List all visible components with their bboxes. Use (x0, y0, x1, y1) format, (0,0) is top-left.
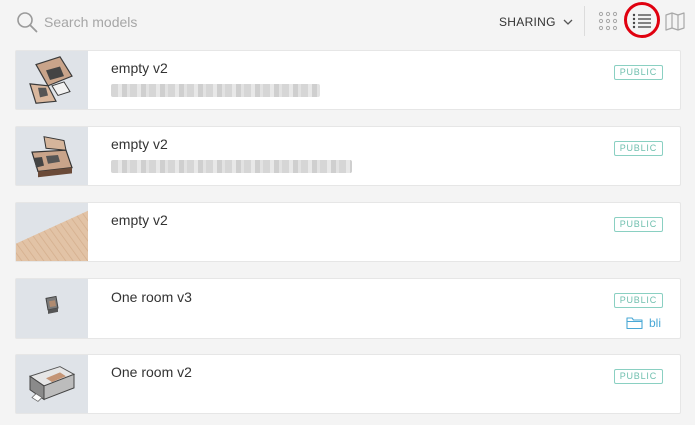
map-view-icon[interactable] (664, 10, 686, 32)
visibility-badge: PUBLIC (613, 217, 663, 232)
visibility-badge: PUBLIC (613, 369, 663, 384)
model-description-redacted (111, 160, 352, 173)
wood-floor-icon (16, 203, 88, 261)
top-bar: SHARING (0, 0, 695, 44)
model-thumbnail (16, 203, 88, 261)
visibility-badge: PUBLIC (613, 65, 663, 80)
model-title: empty v2 (111, 60, 168, 76)
floorplan-3d-icon (16, 127, 88, 185)
model-title: One room v3 (111, 289, 192, 305)
grid-view-icon[interactable] (598, 11, 618, 31)
model-title: empty v2 (111, 212, 168, 228)
model-card[interactable]: empty v2 PUBLIC (15, 50, 681, 110)
model-card[interactable]: empty v2 PUBLIC (15, 202, 681, 262)
model-thumbnail (16, 355, 88, 413)
small-room-icon (16, 279, 88, 338)
search-icon (17, 12, 38, 33)
model-title: empty v2 (111, 136, 168, 152)
toolbar-divider (584, 6, 585, 36)
sharing-label: SHARING (499, 15, 556, 29)
model-thumbnail (16, 127, 88, 185)
folder-icon (626, 317, 643, 330)
sharing-dropdown[interactable]: SHARING (499, 13, 573, 31)
model-thumbnail (16, 51, 88, 109)
model-card[interactable]: One room v3 PUBLIC bli (15, 278, 681, 339)
search-input[interactable] (44, 11, 344, 33)
model-thumbnail (16, 279, 88, 338)
model-description-redacted (111, 84, 320, 97)
room-3d-icon (16, 355, 88, 413)
model-card[interactable]: empty v2 PUBLIC (15, 126, 681, 186)
visibility-badge: PUBLIC (613, 141, 663, 156)
folder-name: bli (648, 316, 661, 330)
model-title: One room v2 (111, 364, 192, 380)
model-card[interactable]: One room v2 PUBLIC (15, 354, 681, 414)
list-view-icon[interactable] (631, 10, 653, 32)
visibility-badge: PUBLIC (613, 293, 663, 308)
folder-link[interactable]: bli (626, 316, 661, 330)
floorplan-dark-icon (16, 51, 88, 109)
chevron-down-icon (563, 19, 573, 25)
